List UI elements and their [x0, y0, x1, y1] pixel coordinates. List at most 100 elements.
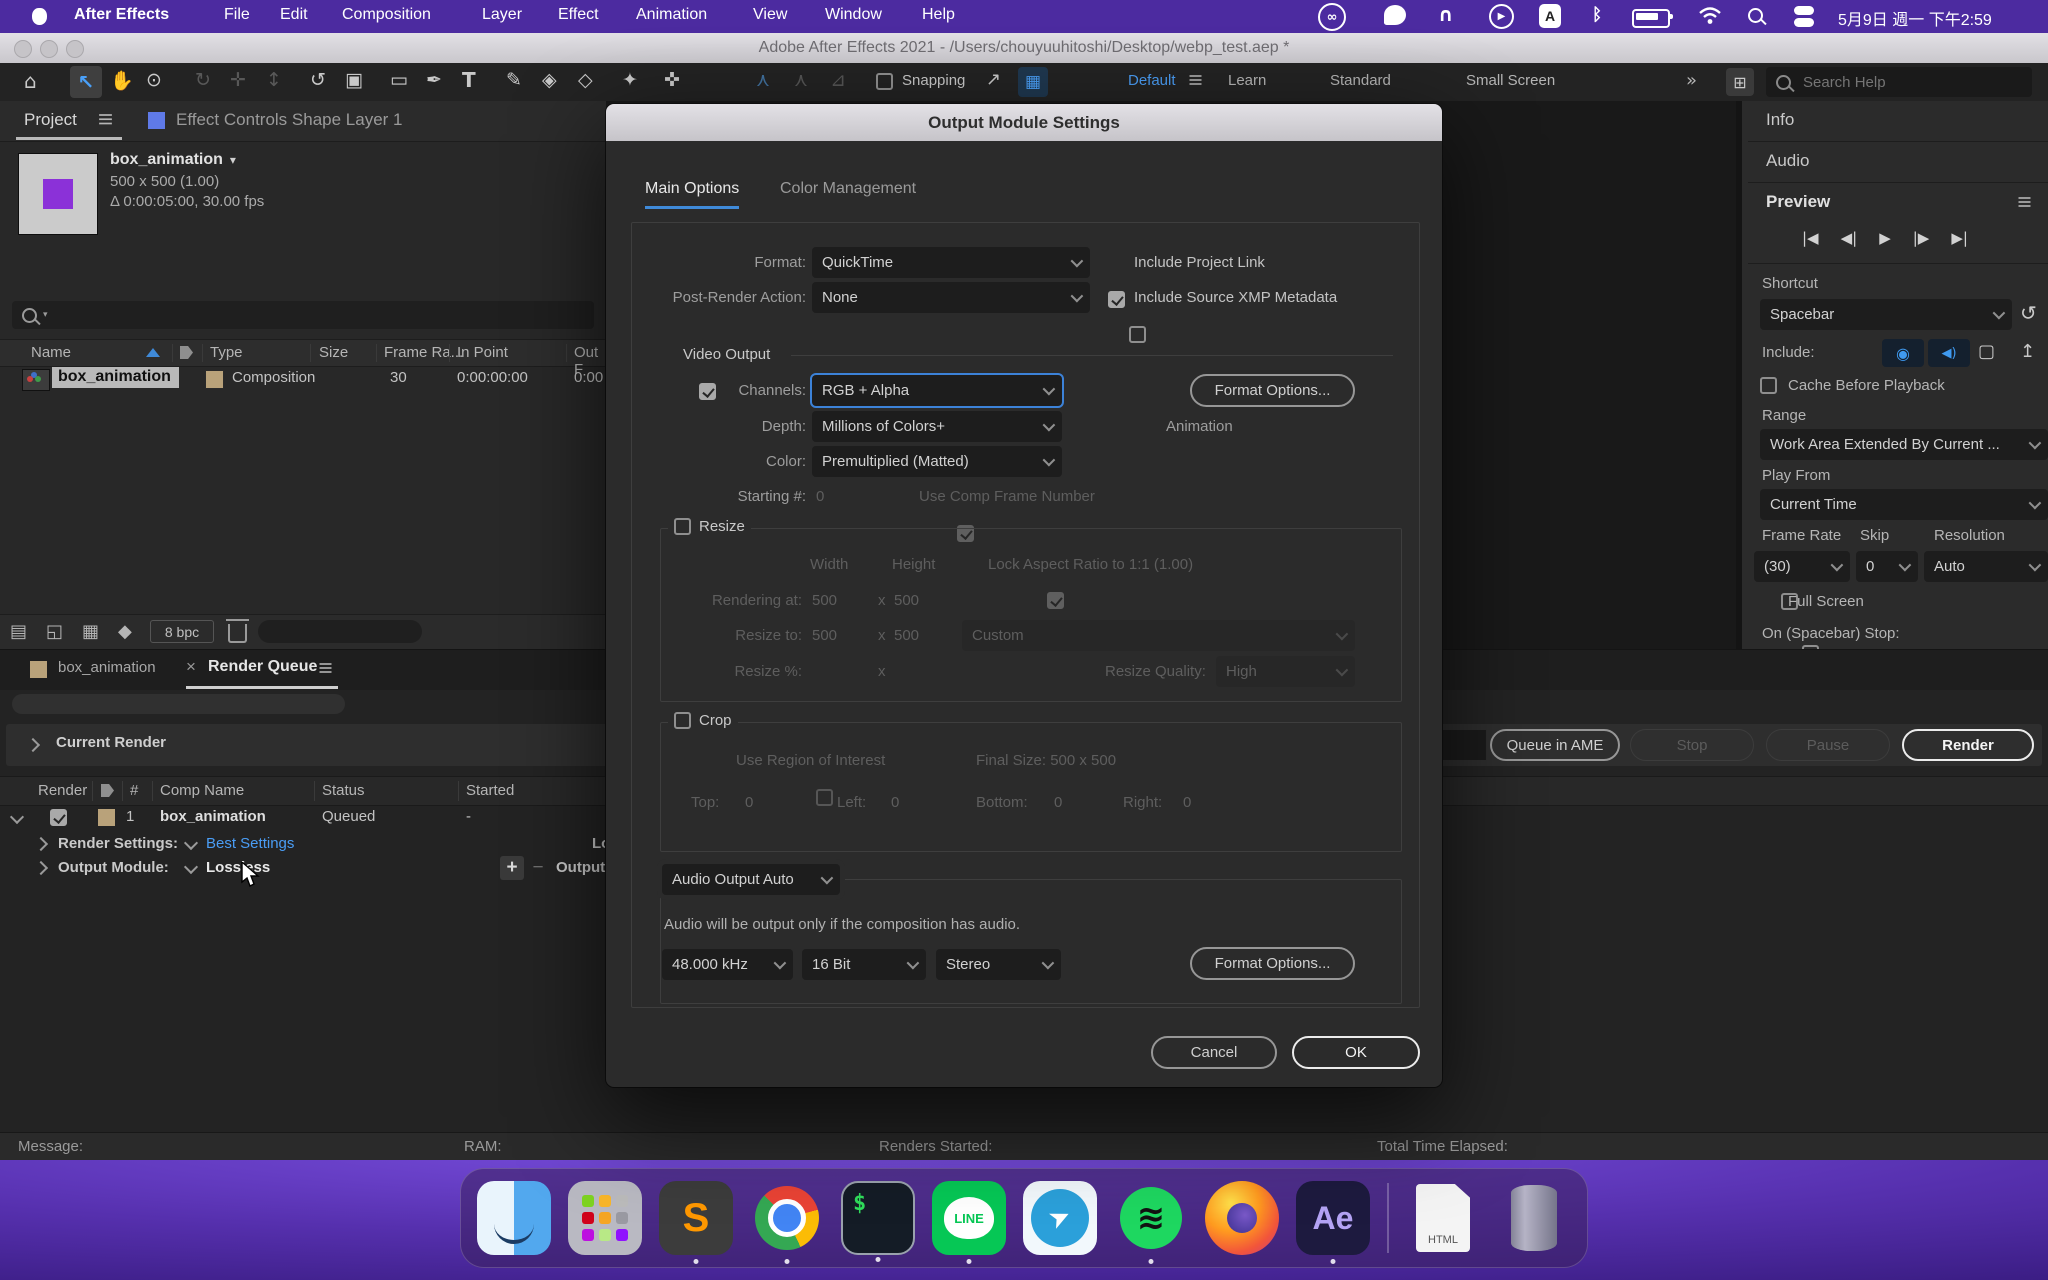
use-roi-checkbox[interactable]: [816, 789, 833, 806]
first-frame-button[interactable]: |◀: [1802, 229, 1819, 247]
close-tab-icon[interactable]: ×: [186, 657, 196, 677]
render-settings-expander[interactable]: [34, 837, 48, 851]
resize-preset-dropdown[interactable]: Custom: [962, 620, 1355, 651]
panel-preview-header[interactable]: Preview: [1748, 183, 2048, 223]
panel-audio-header[interactable]: Audio: [1748, 142, 2048, 183]
col-in-point[interactable]: In Point: [457, 344, 508, 361]
qcol-status[interactable]: Status: [322, 782, 365, 799]
qcol-started[interactable]: Started: [466, 782, 514, 799]
queue-row-comp[interactable]: box_animation: [160, 808, 266, 825]
grid-snap-icon[interactable]: ▦: [1018, 67, 1048, 97]
skip-dropdown[interactable]: 0: [1856, 551, 1918, 582]
tool-brush[interactable]: ✎: [506, 69, 522, 91]
stop-button[interactable]: Stop: [1630, 729, 1754, 761]
dock-html-file-icon[interactable]: HTML: [1406, 1181, 1480, 1255]
menu-effect[interactable]: Effect: [558, 6, 599, 24]
more-workspaces-chevron[interactable]: »: [1686, 70, 1697, 91]
resize-quality-dropdown[interactable]: High: [1216, 656, 1355, 687]
tool-rotation[interactable]: ↺: [310, 69, 326, 91]
tab-project[interactable]: Project: [24, 110, 77, 130]
menu-window[interactable]: Window: [825, 6, 882, 24]
cache-before-playback-checkbox[interactable]: [1760, 377, 1777, 394]
search-help-input[interactable]: [1801, 73, 1995, 92]
menu-help[interactable]: Help: [922, 6, 955, 24]
resize-to-width[interactable]: 500: [812, 627, 837, 644]
starting-number-value[interactable]: 0: [816, 488, 824, 505]
headphones-icon[interactable]: ∩: [1438, 4, 1453, 26]
add-output-module-button[interactable]: +: [500, 856, 524, 880]
row-label-swatch[interactable]: [205, 370, 224, 389]
adjustment-icon[interactable]: ◆: [118, 621, 132, 642]
workspace-learn[interactable]: Learn: [1228, 72, 1266, 89]
col-name[interactable]: Name: [31, 344, 71, 361]
queue-in-ame-button[interactable]: Queue in AME: [1490, 729, 1620, 761]
queue-panel-menu-icon[interactable]: [320, 663, 332, 665]
label-column-icon[interactable]: [180, 346, 193, 359]
crop-checkbox-row[interactable]: Crop: [668, 712, 738, 729]
tool-camera[interactable]: ▣: [345, 69, 363, 91]
dock-after-effects-icon[interactable]: Ae: [1296, 1181, 1370, 1255]
col-frame-rate[interactable]: Frame Ra...: [384, 344, 463, 361]
workspace-menu-icon[interactable]: [1190, 75, 1202, 77]
crop-bottom-value[interactable]: 0: [1054, 794, 1062, 811]
dock-trash-icon[interactable]: [1497, 1181, 1571, 1255]
traffic-light-minimize[interactable]: [40, 40, 58, 58]
tool-clone-stamp[interactable]: ◈: [542, 69, 557, 91]
resize-to-height[interactable]: 500: [894, 627, 919, 644]
reset-shortcut-icon[interactable]: ↺: [2020, 301, 2037, 325]
qcol-num[interactable]: #: [130, 782, 138, 799]
bit-depth-dropdown[interactable]: 16 Bit: [802, 949, 926, 980]
workspace-standard[interactable]: Standard: [1330, 72, 1391, 89]
frame-rate-dropdown[interactable]: (30): [1754, 551, 1850, 582]
crop-top-value[interactable]: 0: [745, 794, 753, 811]
audio-output-dropdown[interactable]: Audio Output Auto: [662, 864, 840, 895]
selected-comp-name[interactable]: box_animation: [110, 151, 223, 169]
menu-file[interactable]: File: [224, 6, 250, 24]
render-settings-dropdown-icon[interactable]: [184, 836, 198, 850]
traffic-light-zoom[interactable]: [66, 40, 84, 58]
preview-panel-menu-icon[interactable]: [2019, 197, 2031, 199]
tab-color-management[interactable]: Color Management: [780, 180, 916, 198]
bpc-button[interactable]: 8 bpc: [150, 620, 214, 643]
tool-type[interactable]: T: [462, 68, 476, 92]
dock-line-icon[interactable]: LINE: [932, 1181, 1006, 1255]
include-audio-speaker-icon[interactable]: ◀): [1928, 339, 1970, 367]
output-module-expander[interactable]: [34, 861, 48, 875]
queue-row-expander[interactable]: [10, 810, 24, 824]
tool-zoom[interactable]: ⊙: [146, 69, 162, 91]
sample-rate-dropdown[interactable]: 48.000 kHz: [662, 949, 793, 980]
align-parent-icon[interactable]: ⋏: [756, 69, 770, 91]
comp-thumbnail[interactable]: [18, 153, 98, 235]
export-icon[interactable]: ↥: [2020, 341, 2035, 362]
cancel-button[interactable]: Cancel: [1151, 1036, 1277, 1069]
range-dropdown[interactable]: Work Area Extended By Current ...: [1760, 429, 2048, 460]
render-settings-link[interactable]: Best Settings: [206, 835, 294, 852]
post-render-dropdown[interactable]: None: [812, 282, 1090, 313]
tool-pan-camera[interactable]: ✛: [230, 69, 246, 91]
current-render-expander[interactable]: [26, 738, 40, 752]
align-graph-icon[interactable]: ⋏: [794, 69, 808, 91]
resize-checkbox[interactable]: [674, 518, 691, 535]
tab-main-options[interactable]: Main Options: [645, 180, 739, 209]
a-app-icon[interactable]: A: [1539, 4, 1561, 28]
menu-composition[interactable]: Composition: [342, 6, 431, 24]
snapping-checkbox[interactable]: [876, 73, 893, 90]
tool-dolly-camera[interactable]: ↕: [266, 69, 282, 91]
ok-button[interactable]: OK: [1292, 1036, 1420, 1069]
dock-terminal-icon[interactable]: $: [841, 1181, 915, 1255]
format-dropdown[interactable]: QuickTime: [812, 247, 1090, 278]
battery-icon[interactable]: [1632, 9, 1670, 28]
project-table-row[interactable]: box_animation Composition 30 0:00:00:00 …: [0, 365, 606, 393]
sort-ascending-icon[interactable]: [146, 348, 160, 357]
play-button[interactable]: ▶: [1879, 229, 1891, 247]
previous-frame-button[interactable]: ◀|: [1841, 229, 1858, 247]
qcol-render[interactable]: Render: [38, 782, 87, 799]
new-folder-icon[interactable]: ◱: [46, 621, 63, 642]
dock-sublime-icon[interactable]: S: [659, 1181, 733, 1255]
tool-selection[interactable]: ↖: [70, 66, 102, 98]
channels-dropdown[interactable]: RGB + Alpha: [812, 375, 1062, 406]
include-overlays-icon[interactable]: ▢: [1978, 341, 1995, 362]
include-video-eye-icon[interactable]: ◉: [1882, 339, 1924, 367]
traffic-light-close[interactable]: [14, 40, 32, 58]
queue-row-label-swatch[interactable]: [98, 809, 115, 826]
